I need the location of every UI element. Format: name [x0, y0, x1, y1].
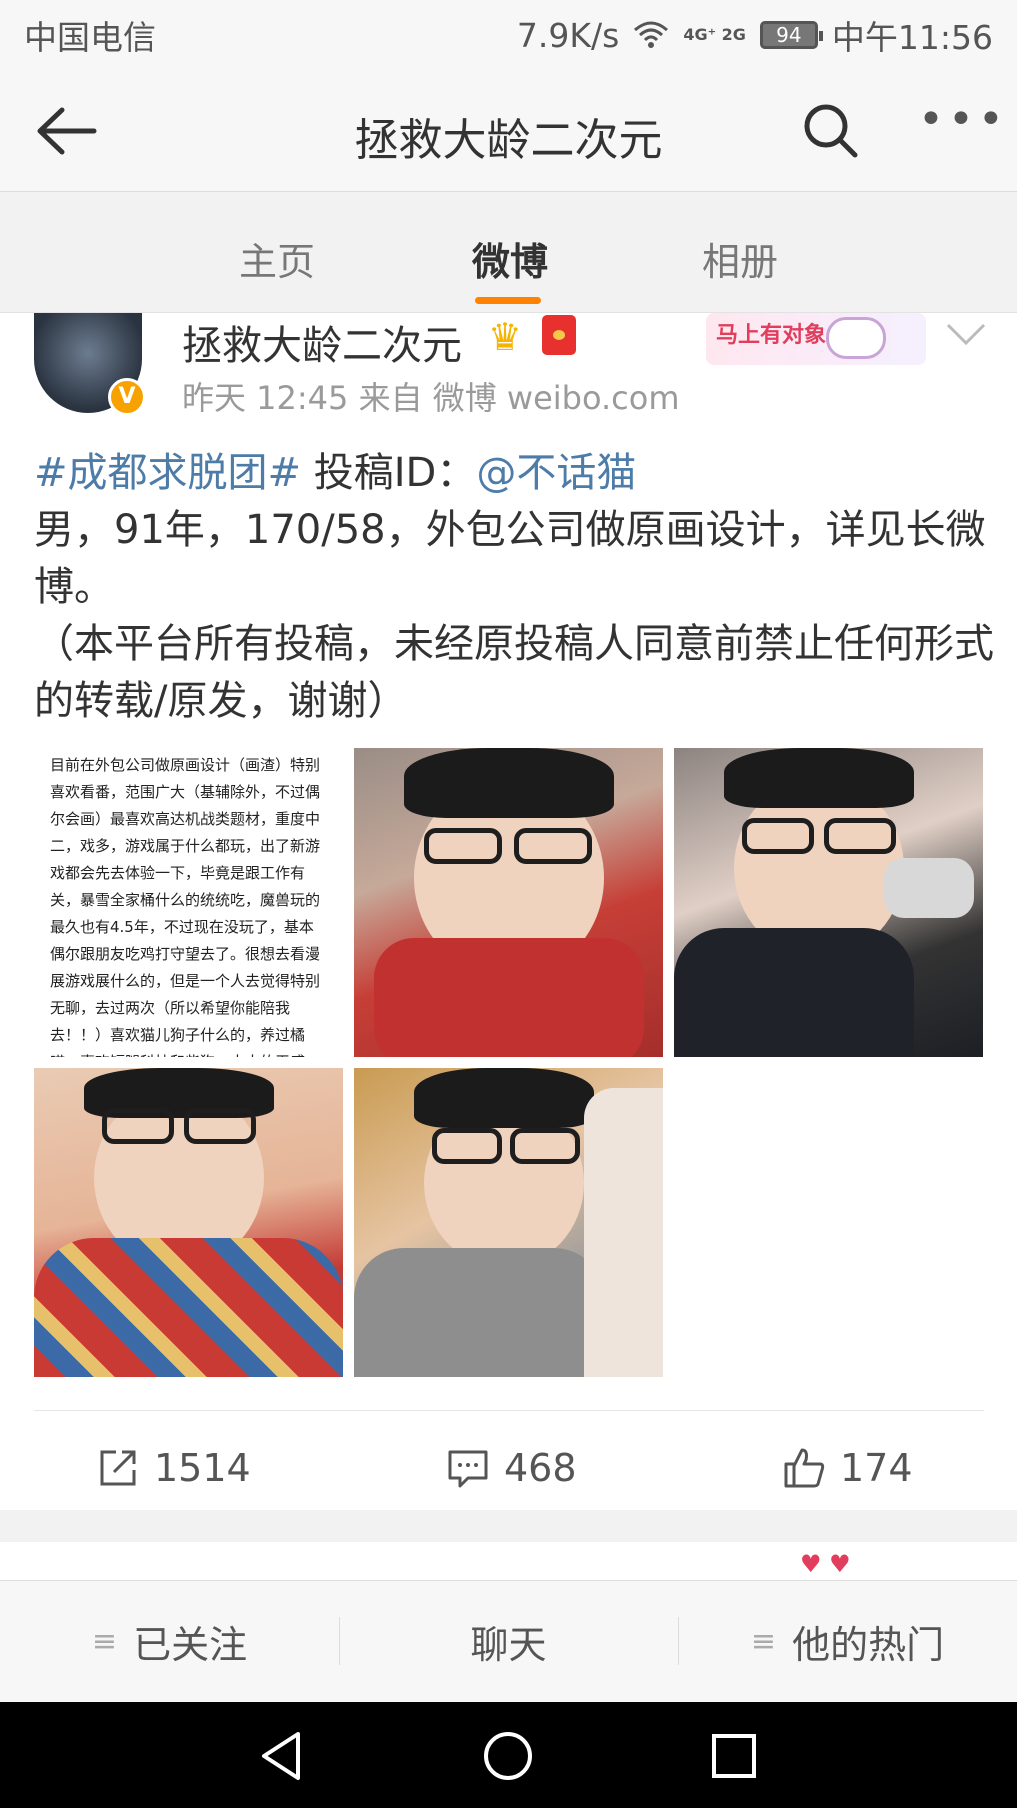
comment-icon	[448, 1450, 488, 1488]
chat-button[interactable]: 聊天	[339, 1581, 678, 1702]
photo-4[interactable]	[34, 1068, 343, 1377]
search-icon[interactable]	[800, 100, 860, 160]
repost-count: 1514	[154, 1446, 251, 1490]
red-packet-icon	[542, 315, 576, 355]
hashtag-link[interactable]: #成都求脱团#	[34, 450, 301, 496]
comment-count: 468	[504, 1446, 577, 1490]
bottom-action-bar: ≡ 已关注 聊天 ≡ 他的热门	[0, 1580, 1017, 1702]
hot-posts-label: 他的热门	[792, 1623, 945, 1667]
status-bar: 中国电信 7.9K/s 4G⁺ 2G 94 中午11:56	[0, 0, 1017, 70]
menu-icon: ≡	[750, 1624, 777, 1659]
followed-button[interactable]: ≡ 已关注	[0, 1581, 339, 1702]
submit-label: 投稿ID：	[301, 450, 477, 496]
post-body: 男，91年，170/58，外包公司做原画设计，详见长微博。	[34, 507, 986, 610]
thumbs-up-icon	[784, 1448, 825, 1488]
title-bar: 拯救大龄二次元 •••	[0, 70, 1017, 192]
long-text-image[interactable]: 目前在外包公司做原画设计（画渣）特别喜欢看番，范围广大（基辅除外，不过偶尔会画）…	[34, 748, 343, 1057]
signal-icon: 4G⁺ 2G	[683, 25, 746, 44]
clock: 中午11:56	[831, 18, 993, 57]
menu-icon: ≡	[91, 1624, 118, 1659]
system-nav-bar	[0, 1702, 1017, 1808]
nav-home-icon[interactable]	[480, 1728, 536, 1784]
tab-home[interactable]: 主页	[207, 231, 347, 286]
username[interactable]: 拯救大龄二次元	[182, 313, 462, 371]
network-speed: 7.9K/s	[516, 15, 620, 55]
active-tab-indicator	[475, 297, 541, 304]
divider	[34, 1410, 984, 1411]
crown-icon: ♛	[488, 315, 523, 359]
nav-recents-icon[interactable]	[706, 1728, 762, 1784]
post-notice: （本平台所有投稿，未经原投稿人同意前禁止任何形式的转载/原发，谢谢）	[34, 621, 994, 724]
status-right: 7.9K/s 4G⁺ 2G 94 中午11:56	[517, 11, 993, 59]
followed-label: 已关注	[133, 1623, 248, 1667]
like-button[interactable]: 174	[782, 1433, 913, 1503]
profile-tabs: 主页 微博 相册	[0, 193, 1017, 313]
carrier: 中国电信	[24, 18, 156, 57]
like-count: 174	[840, 1446, 913, 1490]
comment-button[interactable]: 468	[446, 1433, 577, 1503]
card-decoration: 马上有对象	[706, 313, 926, 365]
next-post-card: ♥ ♥	[0, 1542, 1017, 1582]
post-card: V 拯救大龄二次元 ♛ 马上有对象 昨天 12:45 来自 微博 weibo.c…	[0, 313, 1017, 1510]
page-title: 拯救大龄二次元	[354, 115, 663, 166]
post-meta: 昨天 12:45 来自 微博 weibo.com	[182, 379, 680, 417]
more-options-icon[interactable]: •••	[918, 98, 1004, 150]
nav-back-icon[interactable]	[254, 1728, 310, 1784]
tab-weibo[interactable]: 微博	[440, 231, 580, 286]
decoration-hearts-icon: ♥ ♥	[800, 1550, 851, 1578]
post-text: #成都求脱团# 投稿ID：@不话猫 男，91年，170/58，外包公司做原画设计…	[34, 445, 994, 730]
repost-icon	[100, 1450, 136, 1486]
tab-album[interactable]: 相册	[670, 231, 810, 286]
chevron-down-icon[interactable]	[944, 319, 988, 349]
photo-2[interactable]	[354, 748, 663, 1057]
hot-posts-button[interactable]: ≡ 他的热门	[678, 1581, 1017, 1702]
chat-label: 聊天	[470, 1623, 547, 1667]
wifi-icon	[634, 21, 669, 48]
pony-icon	[826, 317, 886, 359]
repost-button[interactable]: 1514	[96, 1433, 251, 1503]
mention-link[interactable]: @不话猫	[476, 450, 636, 496]
battery-icon: 94	[759, 21, 823, 49]
photo-5[interactable]	[354, 1068, 663, 1377]
verified-badge-icon: V	[108, 378, 146, 416]
decoration-text: 马上有对象	[716, 323, 827, 348]
photo-3[interactable]	[674, 748, 983, 1057]
